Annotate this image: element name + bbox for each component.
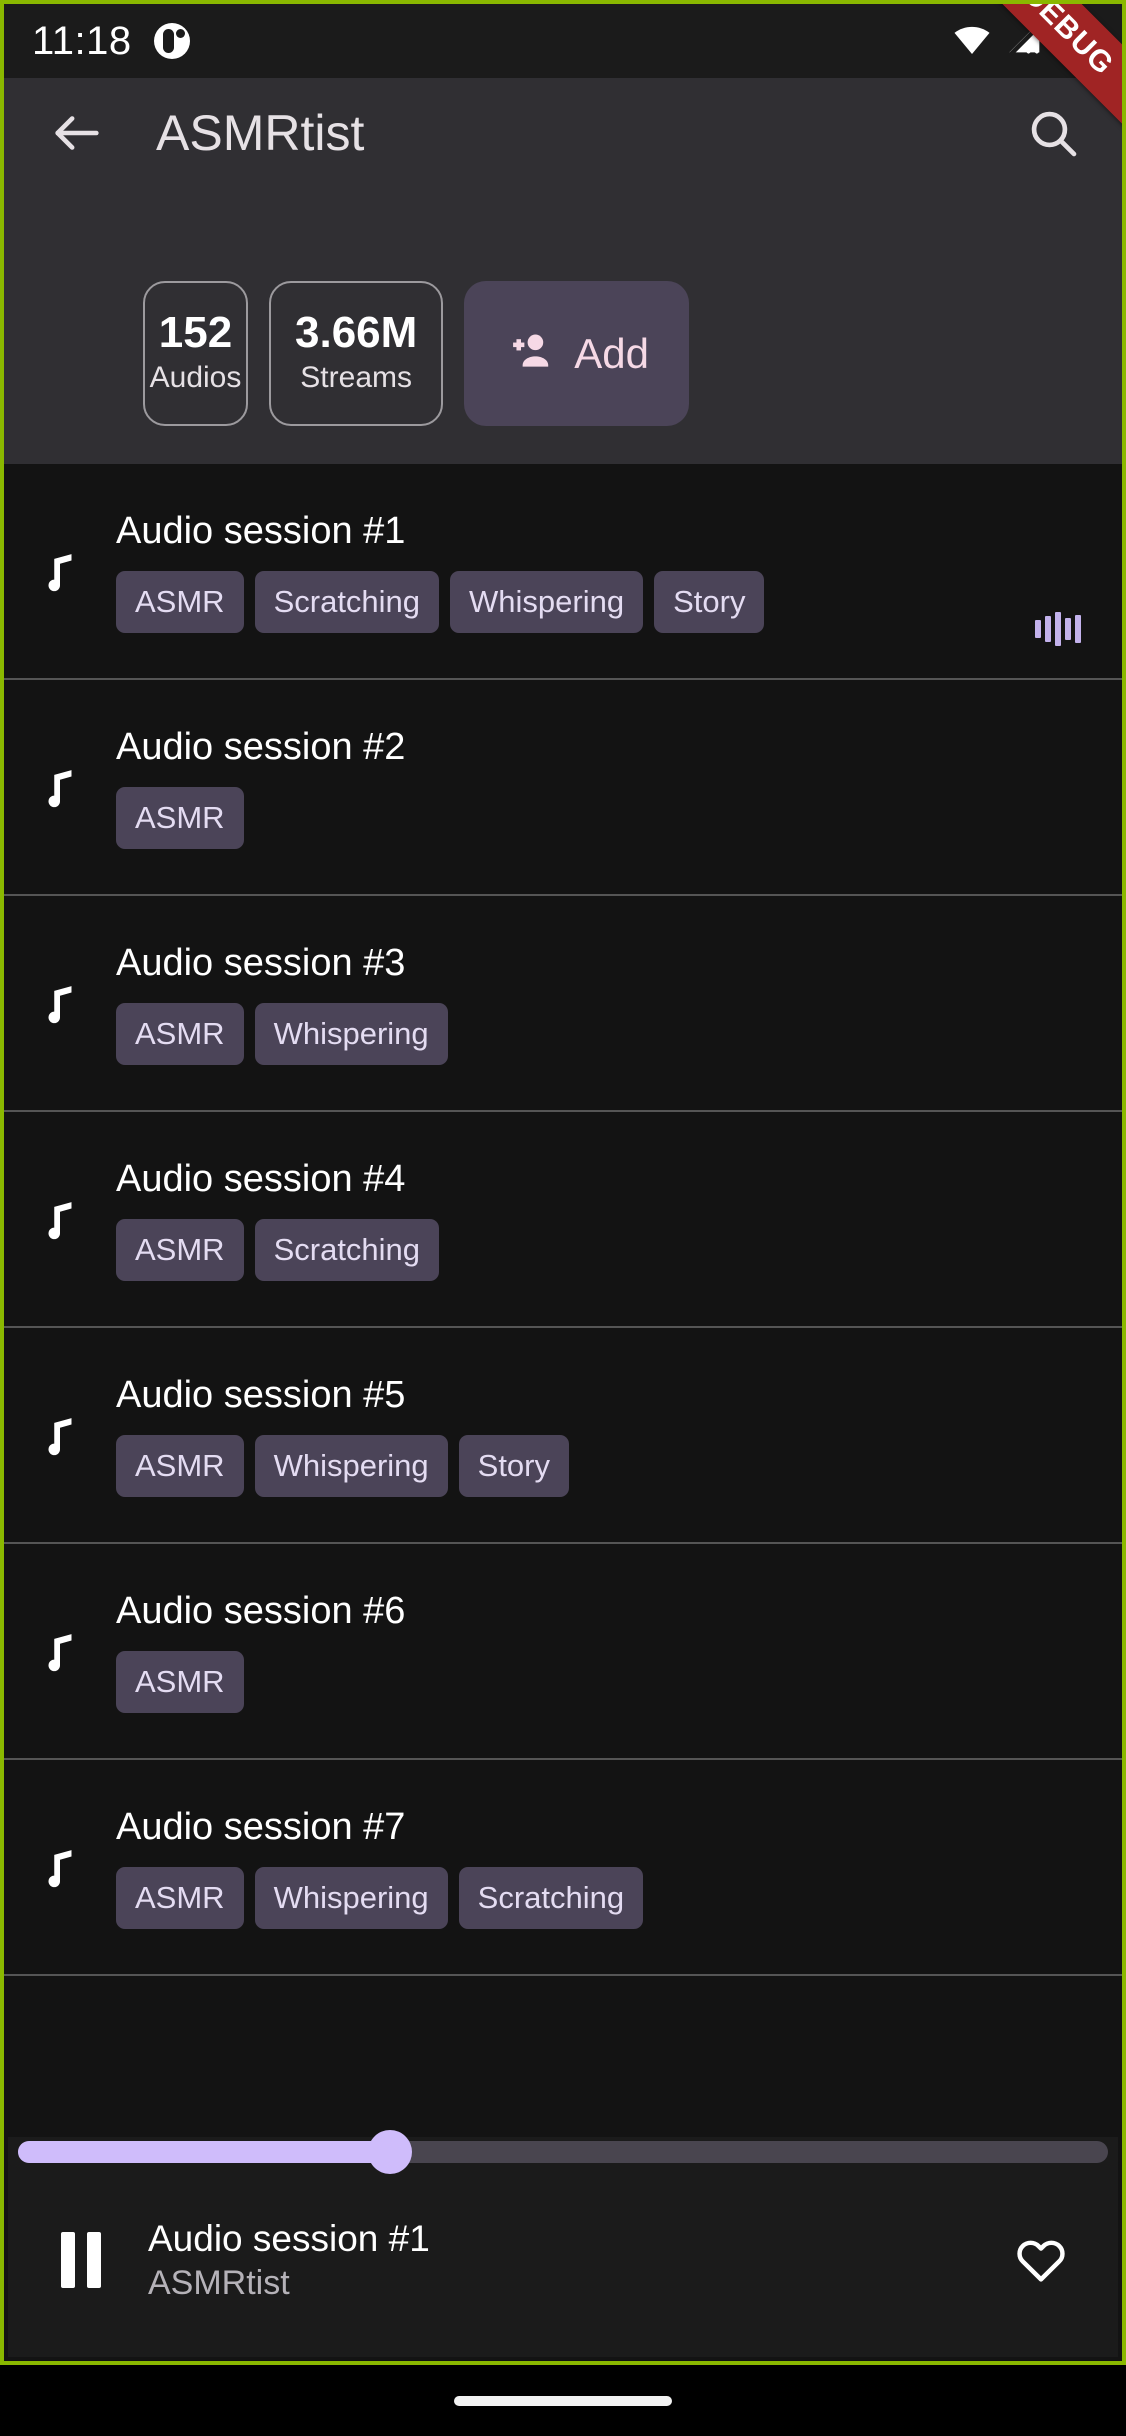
tag-chip-group: ASMR Scratching [116,1218,1018,1281]
tag-chip[interactable]: ASMR [116,1002,244,1065]
row-trailing [1018,1078,1098,1084]
music-note-icon [4,1625,116,1677]
music-note-icon [4,1409,116,1461]
app-frame: 11:18 DEBUG ASMRtist 152 Audios 3.66M St… [0,0,1126,2365]
person-add-icon [504,325,556,382]
table-row[interactable]: Audio session #2 ASMR [4,680,1122,896]
table-row[interactable]: Audio session #4 ASMR Scratching [4,1112,1122,1328]
session-title: Audio session #2 [116,725,406,768]
session-title: Audio session #6 [116,1589,406,1632]
slider-fill [18,2141,393,2163]
stat-value-streams: 3.66M [295,308,418,357]
app-bar: ASMRtist [4,78,1122,188]
mini-player[interactable]: Audio session #1 ASMRtist [8,2130,1118,2357]
tag-chip[interactable]: ASMR [116,786,244,849]
now-playing-artist: ASMRtist [148,2263,290,2302]
android-navigation-bar [0,2365,1126,2436]
add-artist-button[interactable]: Add [464,281,690,426]
session-title: Audio session #4 [116,1157,406,1200]
tag-chip[interactable]: Scratching [254,570,440,633]
pause-button[interactable] [42,2221,120,2299]
home-gesture-pill[interactable] [454,2395,672,2406]
tag-chip[interactable]: Scratching [458,1866,644,1929]
music-note-icon [4,545,116,597]
playback-progress-slider[interactable] [8,2130,1118,2174]
page-title: ASMRtist [156,105,365,161]
notification-dot-icon [153,23,190,59]
tag-chip[interactable]: ASMR [116,1434,244,1497]
music-note-icon [4,1841,116,1893]
table-row[interactable]: Audio session #1 ASMR Scratching Whisper… [4,464,1122,680]
row-body: Audio session #5 ASMR Whispering Story [116,1374,1018,1497]
search-button[interactable] [1014,94,1092,172]
table-row[interactable]: Audio session #3 ASMR Whispering [4,896,1122,1112]
row-trailing [1018,1942,1098,1948]
mini-player-row: Audio session #1 ASMRtist [8,2167,1118,2353]
slider-thumb[interactable] [368,2130,413,2174]
tag-chip[interactable]: ASMR [116,1218,244,1281]
music-note-icon [4,977,116,1029]
stat-card-audios: 152 Audios [143,281,248,426]
row-trailing [1018,1294,1098,1300]
tag-chip[interactable]: Whispering [254,1866,448,1929]
stat-card-streams: 3.66M Streams [269,281,444,426]
tag-chip[interactable]: Whispering [254,1002,448,1065]
row-trailing [1018,612,1098,652]
tag-chip[interactable]: ASMR [116,570,244,633]
row-body: Audio session #7 ASMR Whispering Scratch… [116,1806,1018,1929]
mini-player-meta: Audio session #1 ASMRtist [148,2216,1002,2305]
row-body: Audio session #3 ASMR Whispering [116,942,1018,1065]
table-row[interactable]: Audio session #5 ASMR Whispering Story [4,1328,1122,1544]
tag-chip-group: ASMR [116,1650,1018,1713]
stat-value-audios: 152 [158,308,233,357]
row-body: Audio session #2 ASMR [116,726,1018,849]
row-trailing [1018,1726,1098,1732]
favorite-button[interactable] [1002,2221,1080,2299]
row-body: Audio session #6 ASMR [116,1590,1018,1713]
session-title: Audio session #3 [116,941,406,984]
tag-chip[interactable]: Story [458,1434,569,1497]
back-button[interactable] [38,94,116,172]
music-note-icon [4,1193,116,1245]
row-trailing [1018,1510,1098,1516]
artist-stats-panel: 152 Audios 3.66M Streams Add [4,188,1122,464]
tag-chip[interactable]: ASMR [116,1650,244,1713]
stat-label-streams: Streams [300,361,412,394]
tag-chip[interactable]: ASMR [116,1866,244,1929]
row-body: Audio session #1 ASMR Scratching Whisper… [116,510,1018,633]
table-row[interactable]: Audio session #7 ASMR Whispering Scratch… [4,1760,1122,1976]
status-bar-clock: 11:18 [32,18,132,63]
tag-chip-group: ASMR [116,786,1018,849]
wifi-icon [952,19,992,64]
status-bar-left: 11:18 [32,19,190,64]
music-note-icon [4,761,116,813]
status-bar: 11:18 [4,4,1122,78]
session-title: Audio session #7 [116,1805,406,1848]
tag-chip[interactable]: Whispering [450,570,644,633]
tag-chip-group: ASMR Whispering Scratching [116,1866,1018,1929]
pause-icon [61,2232,101,2288]
session-title: Audio session #1 [116,509,406,552]
add-artist-label: Add [574,329,650,377]
tag-chip-group: ASMR Whispering [116,1002,1018,1065]
phone-screen: 11:18 DEBUG ASMRtist 152 Audios 3.66M St… [0,0,1126,2436]
tag-chip[interactable]: Scratching [254,1218,440,1281]
table-row[interactable]: Audio session #6 ASMR [4,1544,1122,1760]
tag-chip-group: ASMR Whispering Story [116,1434,1018,1497]
row-body: Audio session #4 ASMR Scratching [116,1158,1018,1281]
stat-label-audios: Audios [149,361,242,394]
tag-chip[interactable]: Whispering [254,1434,448,1497]
now-playing-equalizer-icon [1035,612,1081,646]
audio-session-list[interactable]: Audio session #1 ASMR Scratching Whisper… [4,464,1122,2361]
now-playing-title: Audio session #1 [148,2217,430,2259]
tag-chip[interactable]: Story [654,570,765,633]
session-title: Audio session #5 [116,1373,406,1416]
row-trailing [1018,862,1098,868]
tag-chip-group: ASMR Scratching Whispering Story [116,570,1018,633]
